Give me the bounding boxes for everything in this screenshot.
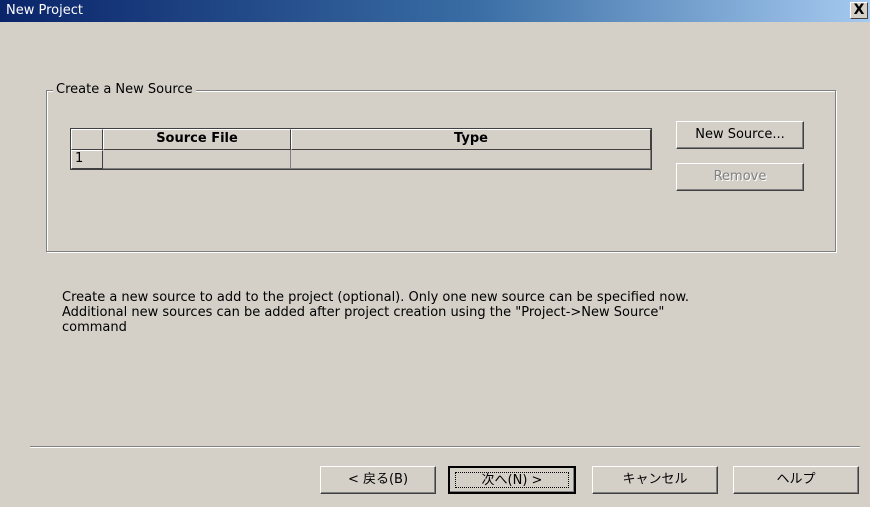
description-text: Create a new source to add to the projec… [62, 290, 802, 335]
remove-button[interactable]: Remove [676, 163, 804, 191]
grid-corner-header [71, 129, 103, 150]
column-header-source-file[interactable]: Source File [103, 129, 291, 150]
description-line-3: command [62, 320, 127, 335]
title-bar: New Project X [0, 0, 870, 22]
next-button[interactable]: 次へ(N) > [448, 466, 576, 494]
cancel-button[interactable]: キャンセル [592, 466, 718, 494]
description-line-2: Additional new sources can be added afte… [62, 305, 665, 320]
group-title: Create a New Source [53, 82, 196, 97]
source-grid[interactable]: Source File Type 1 [70, 128, 652, 170]
window-title: New Project [6, 3, 83, 18]
description-line-1: Create a new source to add to the projec… [62, 290, 690, 305]
footer-separator [30, 446, 860, 448]
back-button[interactable]: < 戻る(B) [320, 466, 436, 494]
help-button[interactable]: ヘルプ [733, 466, 859, 494]
close-button[interactable]: X [850, 2, 868, 19]
row-number[interactable]: 1 [71, 150, 103, 169]
cell-type[interactable] [291, 150, 651, 169]
column-header-type[interactable]: Type [291, 129, 651, 150]
focus-rectangle [455, 472, 569, 488]
new-source-button[interactable]: New Source... [676, 121, 804, 149]
cell-source-file[interactable] [103, 150, 291, 169]
